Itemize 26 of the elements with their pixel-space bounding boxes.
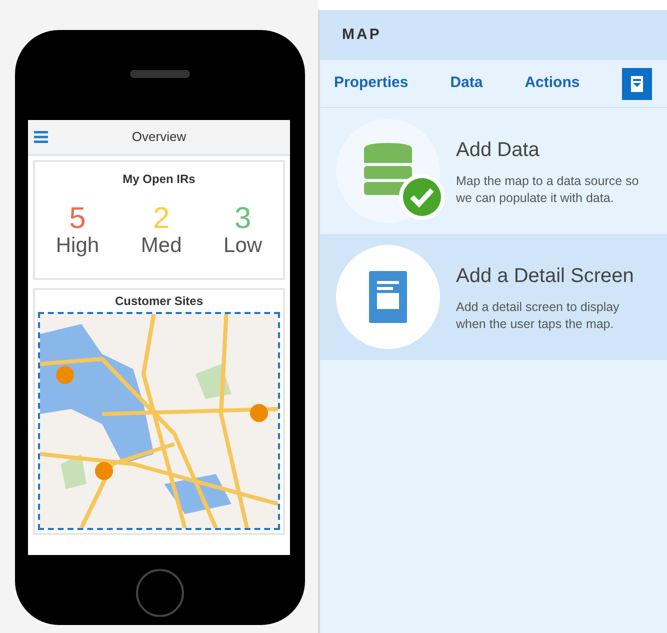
stat-count: 2 [152,204,171,234]
stat-label: Med [140,234,182,258]
speaker-slot [130,70,190,78]
menu-icon[interactable] [34,131,48,143]
action-card[interactable]: Add a Detail Screen Add a detail screen to display when the user taps the map. [320,234,667,360]
panel-title: MAP [342,24,382,45]
stat-count: 3 [233,204,252,234]
stat-count: 5 [68,204,87,234]
stat-label: Low [224,234,262,258]
layout-tab[interactable] [622,68,652,100]
action-title: Add Data [456,138,540,164]
screen-title: Overview [130,128,188,146]
card-title: Customer Sites [114,293,204,310]
home-button[interactable] [136,569,184,617]
card-title: My Open IRs [122,171,196,188]
action-description: Map the map to a data source so we can populate it with data. [456,173,640,207]
action-description: Add a detail screen to display when the user taps the map. [456,299,620,333]
action-title: Add a Detail Screen [456,264,635,290]
stat-label: High [56,234,100,258]
document-icon [369,271,407,323]
panel-tab[interactable]: Actions [524,68,598,99]
panel-tab[interactable]: Data [450,68,501,99]
check-icon [398,173,446,221]
screen-icon [630,76,643,92]
action-card[interactable]: Add Data Map the map to a data source so we can populate it with data. [320,108,667,234]
panel-tab[interactable]: Properties [334,68,426,99]
